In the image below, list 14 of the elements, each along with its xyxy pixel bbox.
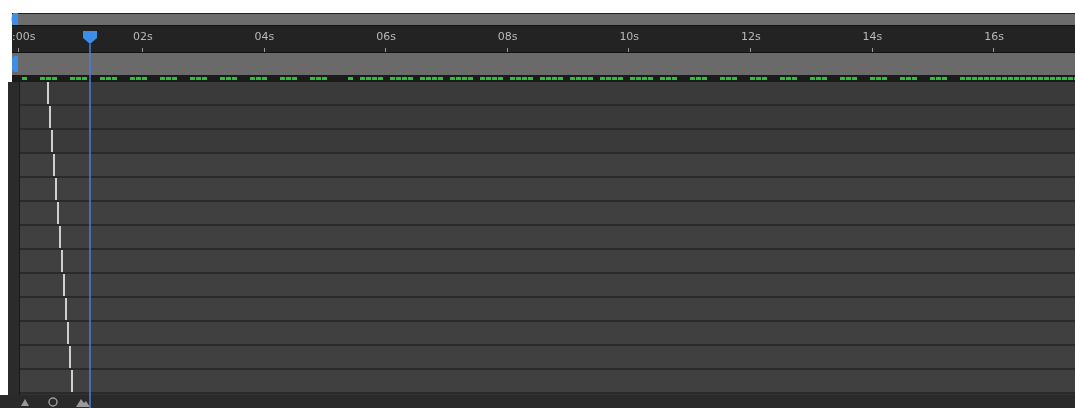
playhead[interactable] <box>81 31 99 408</box>
work-area-handle[interactable] <box>12 56 18 72</box>
time-ruler[interactable]: :00s 02s 04s 06s 08s 10s 12s 14s 16s <box>12 25 1075 53</box>
ruler-label: 10s <box>619 30 640 44</box>
navigator-handle-icon[interactable] <box>10 13 18 25</box>
ruler-label: 12s <box>740 30 761 44</box>
ruler-label: 02s <box>133 30 153 44</box>
ruler-label: 08s <box>497 30 518 44</box>
zoom-out-icon[interactable] <box>48 396 58 407</box>
ruler-label: :00s <box>12 30 36 44</box>
ruler-label: 16s <box>984 30 1004 44</box>
ruler-label: 04s <box>254 30 275 44</box>
ruler-label: 14s <box>862 30 883 44</box>
ruler-label: 06s <box>376 30 396 44</box>
